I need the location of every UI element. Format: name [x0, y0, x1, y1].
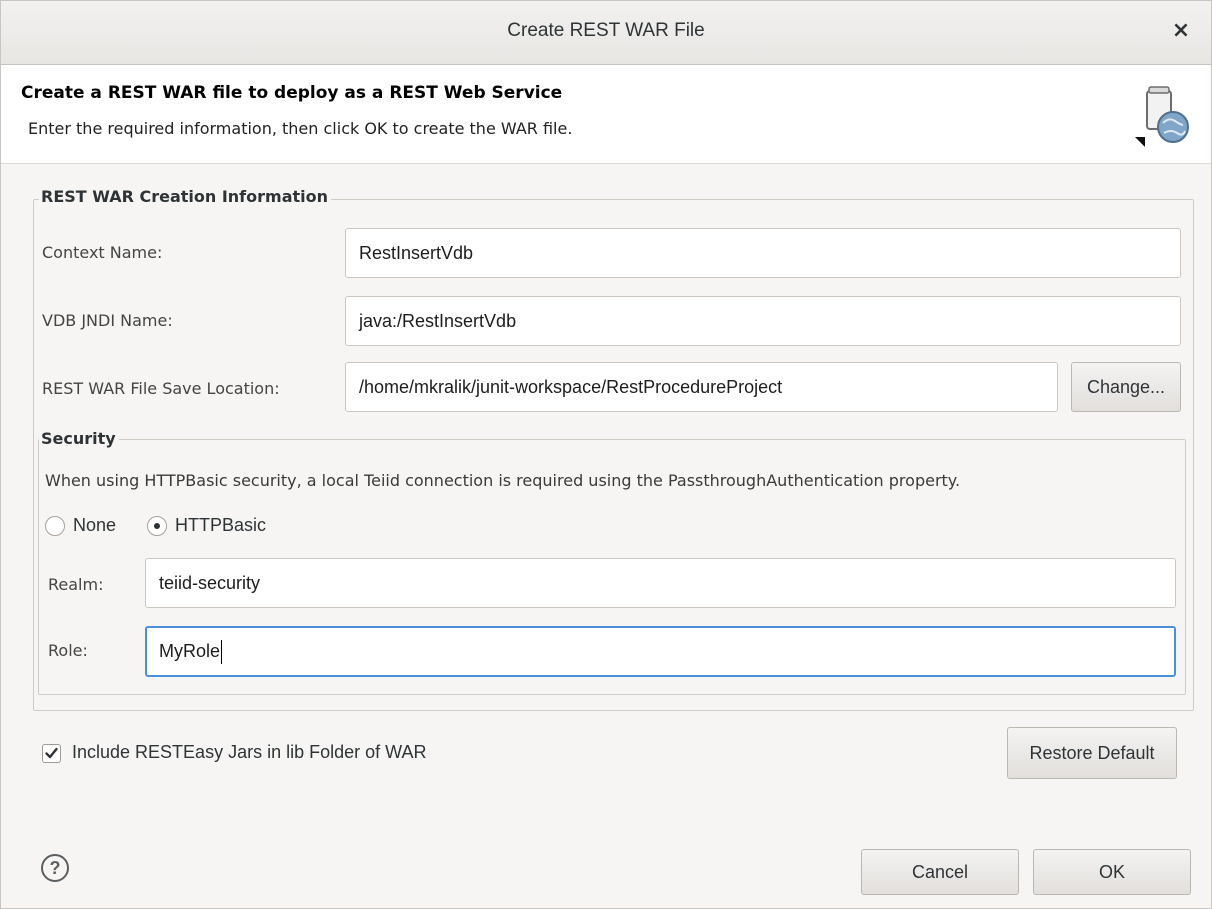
header-title: Create a REST WAR file to deploy as a RE…: [21, 83, 563, 103]
create-rest-war-dialog: Create REST WAR File × Create a REST WAR…: [0, 0, 1212, 909]
window-title: Create REST WAR File: [507, 20, 705, 41]
cancel-button[interactable]: Cancel: [861, 849, 1019, 895]
save-location-label: REST WAR File Save Location:: [42, 379, 280, 398]
vdb-jndi-name-label: VDB JNDI Name:: [42, 311, 173, 330]
header-subtitle: Enter the required information, then cli…: [28, 119, 573, 138]
wizard-header: Create a REST WAR file to deploy as a RE…: [1, 65, 1211, 164]
httpbasic-radio-label[interactable]: HTTPBasic: [175, 515, 266, 536]
close-icon[interactable]: ×: [1169, 19, 1193, 43]
help-icon[interactable]: ?: [41, 854, 69, 882]
change-location-button[interactable]: Change...: [1071, 362, 1181, 412]
none-radio-label[interactable]: None: [73, 515, 116, 536]
role-label: Role:: [48, 641, 88, 660]
vdb-jndi-name-field[interactable]: java:/RestInsertVdb: [345, 296, 1181, 346]
include-jars-checkbox[interactable]: [42, 744, 61, 763]
security-group-label: Security: [39, 429, 119, 448]
checkmark-icon: [45, 747, 58, 759]
restore-default-button[interactable]: Restore Default: [1007, 727, 1177, 779]
rest-war-info-group-label: REST WAR Creation Information: [39, 187, 331, 206]
role-field-value: MyRole: [159, 641, 221, 661]
ok-button[interactable]: OK: [1033, 849, 1191, 895]
save-location-field[interactable]: /home/mkralik/junit-workspace/RestProced…: [345, 362, 1058, 412]
title-bar[interactable]: Create REST WAR File ×: [1, 1, 1211, 65]
context-name-field[interactable]: RestInsertVdb: [345, 228, 1181, 278]
none-radio[interactable]: [45, 516, 65, 536]
httpbasic-radio[interactable]: [147, 516, 167, 536]
war-file-globe-icon: [1135, 86, 1189, 147]
realm-label: Realm:: [48, 575, 104, 594]
realm-field[interactable]: teiid-security: [145, 558, 1176, 608]
include-jars-label[interactable]: Include RESTEasy Jars in lib Folder of W…: [72, 742, 426, 763]
security-note: When using HTTPBasic security, a local T…: [45, 471, 961, 490]
text-caret: [221, 640, 223, 665]
role-field[interactable]: MyRole: [145, 626, 1176, 677]
context-name-label: Context Name:: [42, 243, 163, 262]
